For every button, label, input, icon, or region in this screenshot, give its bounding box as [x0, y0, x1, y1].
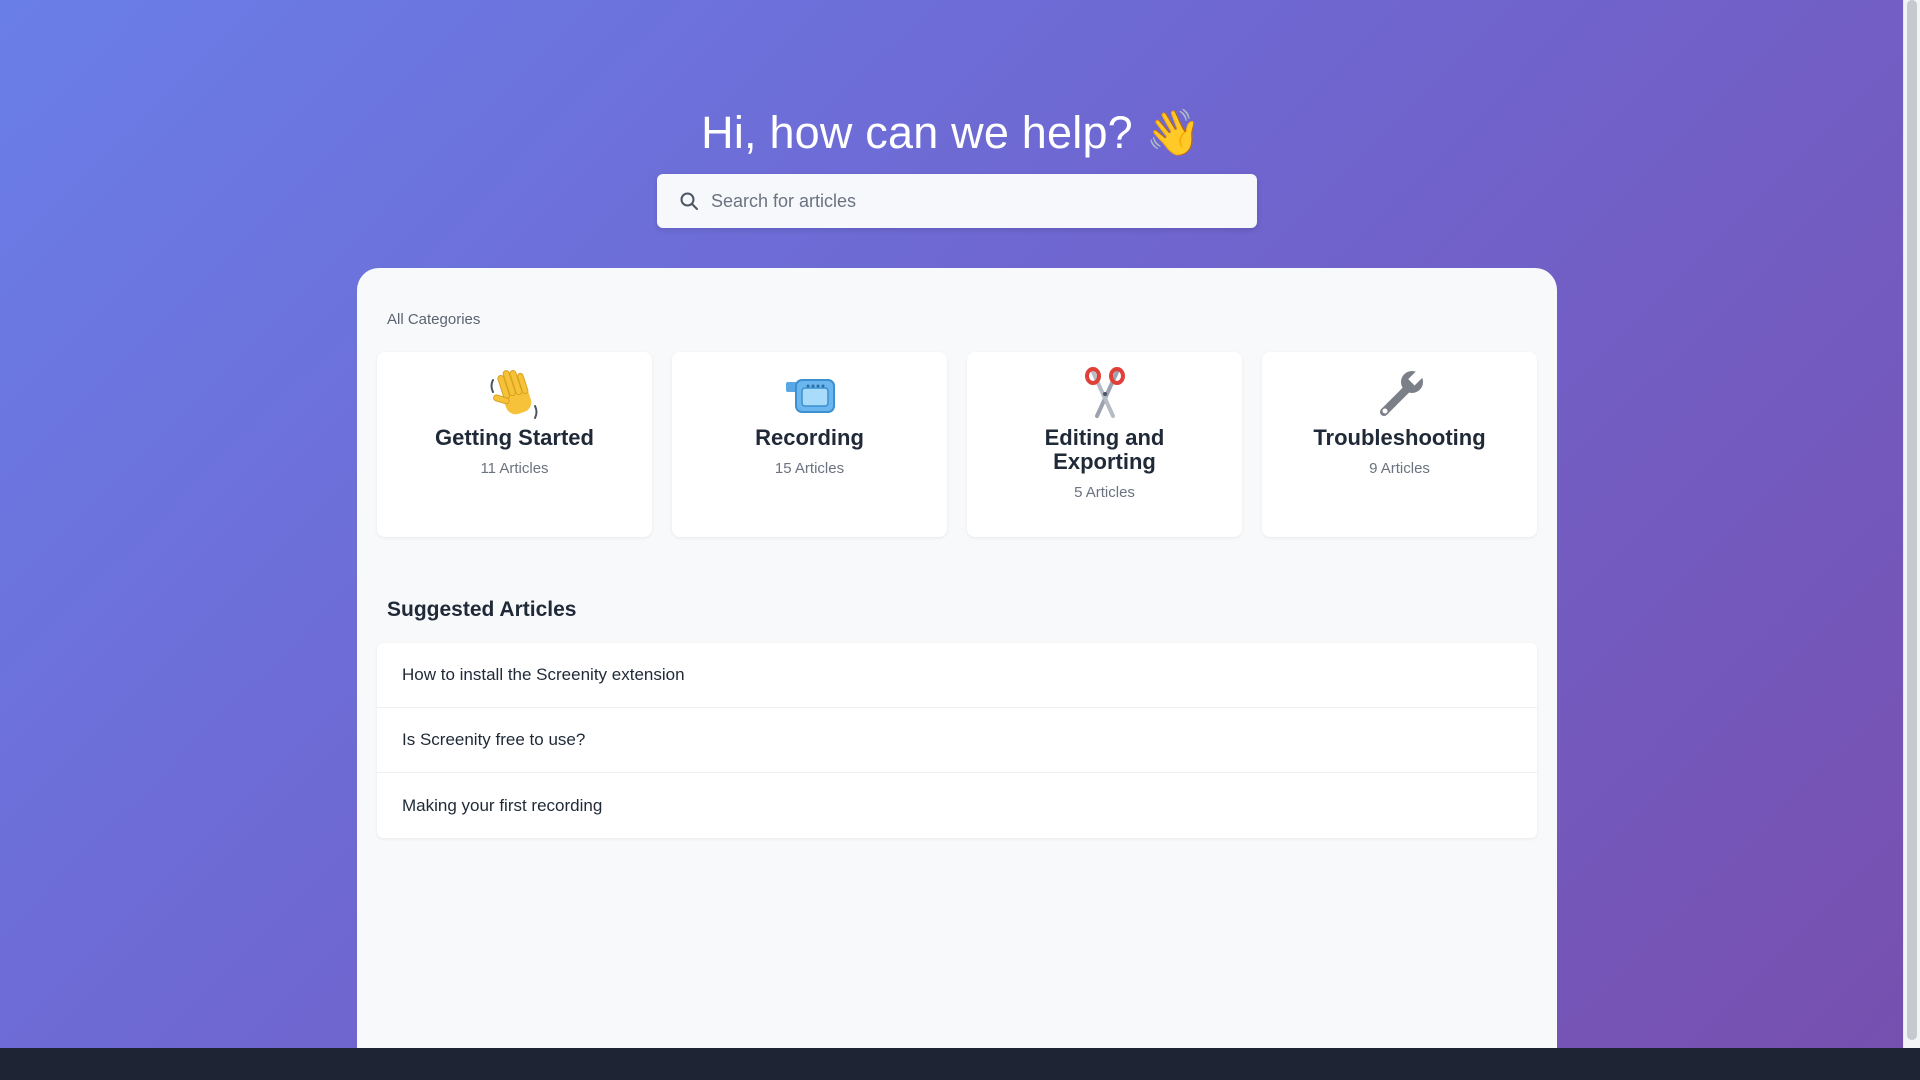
article-link[interactable]: How to install the Screenity extension — [377, 643, 1537, 708]
article-link[interactable]: Is Screenity free to use? — [377, 708, 1537, 773]
category-title: Getting Started — [435, 425, 594, 450]
suggested-articles-list: How to install the Screenity extension I… — [377, 643, 1537, 838]
search-input[interactable] — [711, 190, 1257, 212]
video-camera-icon — [782, 366, 838, 422]
categories-label: All Categories — [387, 311, 481, 328]
category-title: Troubleshooting — [1313, 425, 1486, 450]
search-icon — [679, 191, 699, 211]
category-article-count: 15 Articles — [774, 460, 845, 477]
category-cards: Getting Started 11 Articles Recording 15… — [377, 352, 1537, 537]
wrench-icon — [1372, 366, 1428, 422]
category-article-count: 5 Articles — [1074, 484, 1135, 501]
category-card-troubleshooting[interactable]: Troubleshooting 9 Articles — [1262, 352, 1537, 537]
category-article-count: 9 Articles — [1369, 460, 1430, 477]
category-title: Editing and Exporting — [1044, 425, 1165, 474]
category-card-recording[interactable]: Recording 15 Articles — [672, 352, 947, 537]
scissors-icon — [1077, 366, 1133, 422]
page-title: Hi, how can we help? 👋 — [701, 107, 1202, 158]
category-card-editing-exporting[interactable]: Editing and Exporting 5 Articles — [967, 352, 1242, 537]
footer-bar — [0, 1048, 1920, 1080]
category-title: Recording — [755, 425, 864, 450]
scrollbar[interactable] — [1903, 0, 1920, 1048]
category-card-getting-started[interactable]: Getting Started 11 Articles — [377, 352, 652, 537]
article-link[interactable]: Making your first recording — [377, 773, 1537, 838]
search-box[interactable] — [657, 174, 1257, 228]
scrollbar-thumb[interactable] — [1907, 0, 1917, 1040]
category-article-count: 11 Articles — [480, 460, 549, 477]
suggested-articles-heading: Suggested Articles — [387, 598, 577, 621]
waving-hand-icon — [487, 366, 543, 422]
content-panel: All Categories Getting Started 11 Articl… — [357, 268, 1557, 1048]
